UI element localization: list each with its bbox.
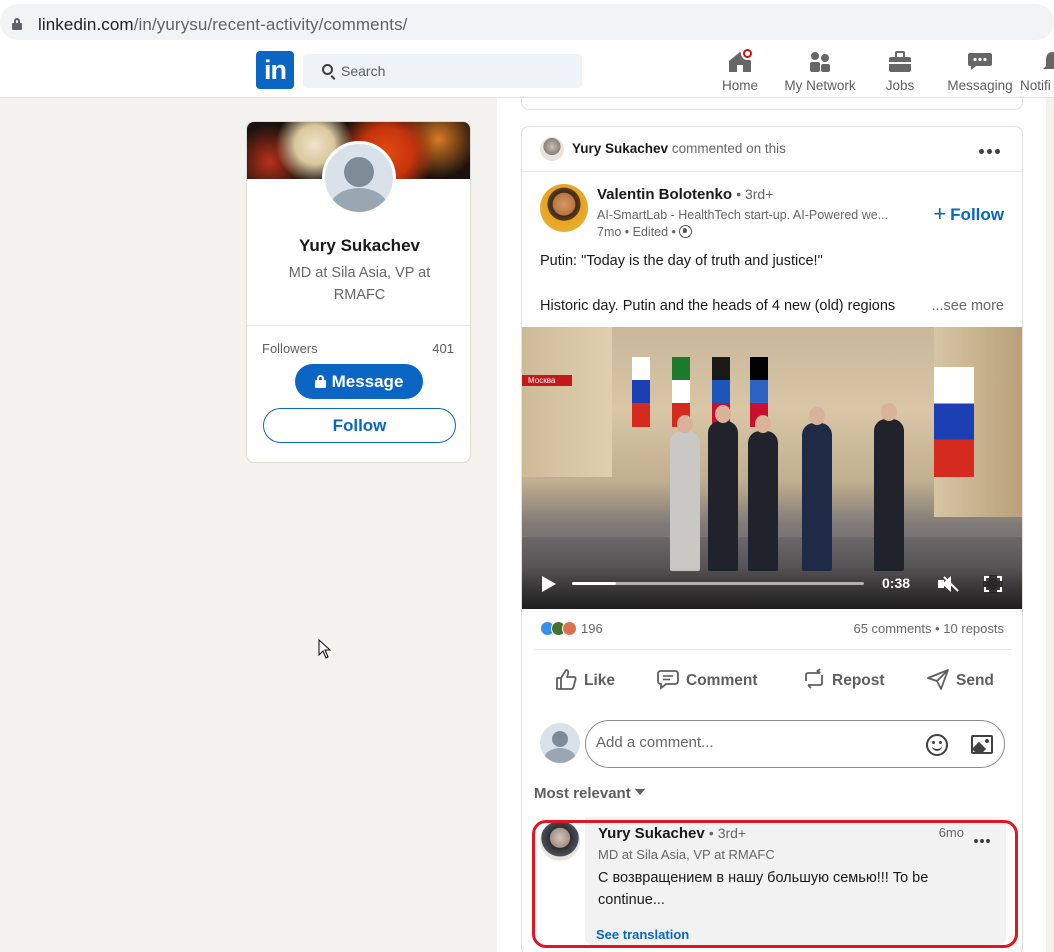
actor-avatar[interactable] <box>540 137 564 161</box>
briefcase-icon <box>880 50 920 74</box>
send-icon <box>927 669 949 690</box>
sort-dropdown[interactable]: Most relevant <box>534 785 645 802</box>
comment-box[interactable] <box>585 720 1005 768</box>
love-reaction-icon <box>562 621 577 636</box>
post-text-line: Historic day. Putin and the heads of 4 n… <box>540 298 896 314</box>
highlight-box <box>532 820 1018 948</box>
top-nav: in Home My Network Jobs Messaging Notifi <box>0 44 1054 98</box>
video-controls: 0:38 <box>522 567 1022 609</box>
nav-item-jobs[interactable]: Jobs <box>880 50 920 96</box>
current-user-avatar <box>540 723 580 763</box>
nav-item-my-network[interactable]: My Network <box>782 50 858 96</box>
nav-label: Notifi <box>1020 78 1051 93</box>
nav-item-notifications[interactable]: Notifi <box>1020 50 1054 96</box>
like-button[interactable]: Like <box>554 663 615 699</box>
search-input[interactable] <box>341 61 561 81</box>
video-frame <box>748 415 778 571</box>
author-name[interactable]: Valentin Bolotenko • 3rd+ <box>597 186 773 203</box>
mute-icon[interactable] <box>938 575 959 593</box>
actor-name: Yury Sukachev <box>572 141 669 156</box>
comment-button[interactable]: Comment <box>656 663 757 699</box>
lock-icon[interactable] <box>12 18 22 30</box>
fullscreen-icon[interactable] <box>983 575 1003 593</box>
video-player[interactable]: Москва 0:38 <box>522 327 1022 609</box>
follow-button[interactable]: Follow <box>263 408 456 443</box>
video-frame <box>670 415 700 571</box>
video-progress-fill <box>572 582 616 585</box>
profile-name[interactable]: Yury Sukachev <box>247 236 470 256</box>
video-frame <box>802 407 832 571</box>
caret-down-icon <box>634 789 645 795</box>
notification-badge <box>741 47 754 60</box>
nav-label: Jobs <box>885 78 915 93</box>
play-icon[interactable] <box>542 576 556 592</box>
author-avatar[interactable] <box>540 184 588 232</box>
connection-degree: • 3rd+ <box>736 186 774 202</box>
browser-address-bar: linkedin.com/in/yurysu/recent-activity/c… <box>0 0 1054 44</box>
home-icon <box>718 47 762 74</box>
linkedin-logo[interactable]: in <box>256 51 294 89</box>
url-text[interactable]: linkedin.com/in/yurysu/recent-activity/c… <box>38 15 408 35</box>
divider <box>534 649 1012 650</box>
video-frame <box>874 403 904 571</box>
globe-icon <box>679 225 693 238</box>
profile-card: Yury Sukachev MD at Sila Asia, VP at RMA… <box>246 121 471 463</box>
comment-input[interactable] <box>596 734 916 751</box>
flag <box>632 357 650 427</box>
previous-post-card <box>521 98 1023 110</box>
profile-title: MD at Sila Asia, VP at RMAFC <box>288 265 431 303</box>
image-icon[interactable] <box>971 735 993 754</box>
post-text-line: Putin: "Today is the day of truth and ju… <box>540 253 823 269</box>
comments-reposts-count[interactable]: 65 comments • 10 reposts <box>853 621 1004 636</box>
search-icon <box>322 64 333 75</box>
send-button[interactable]: Send <box>926 663 994 699</box>
message-button[interactable]: Message <box>295 364 423 399</box>
followers-label: Followers <box>262 341 318 356</box>
followers-count: 401 <box>432 341 454 356</box>
see-more-link[interactable]: ...see more <box>931 298 1004 314</box>
activity-text: Yury Sukachev commented on this <box>572 141 786 156</box>
profile-avatar[interactable] <box>322 141 396 215</box>
like-icon <box>556 669 577 690</box>
nav-item-home[interactable]: Home <box>718 47 762 96</box>
follow-author-button[interactable]: + Follow <box>933 201 1004 227</box>
mouse-cursor-icon <box>318 639 332 659</box>
video-time: 0:38 <box>882 575 911 591</box>
author-headline: AI-SmartLab - HealthTech start-up. AI-Po… <box>597 208 889 222</box>
repost-button[interactable]: Repost <box>802 663 885 699</box>
divider <box>522 171 1022 172</box>
post-actions: Like Comment Repost Send <box>522 663 1022 699</box>
plus-icon: + <box>933 201 947 226</box>
messaging-icon <box>946 50 1014 74</box>
reactions-count: 196 <box>581 621 603 636</box>
nav-label: My Network <box>784 78 856 93</box>
emoji-icon[interactable] <box>926 734 948 756</box>
more-options-icon[interactable] <box>979 141 1003 157</box>
flag <box>934 367 974 477</box>
video-frame <box>708 405 738 571</box>
video-frame <box>522 327 612 477</box>
video-progress-bar[interactable] <box>572 582 864 585</box>
nav-label: Messaging <box>947 78 1013 93</box>
url-field[interactable]: linkedin.com/in/yurysu/recent-activity/c… <box>0 4 1054 40</box>
bell-icon <box>1020 50 1054 74</box>
repost-icon <box>805 668 823 689</box>
nav-item-messaging[interactable]: Messaging <box>946 50 1014 96</box>
search-box[interactable] <box>303 54 582 88</box>
divider <box>247 325 470 326</box>
nav-label: Home <box>721 78 758 93</box>
comment-icon <box>657 670 679 690</box>
post-meta: 7mo • Edited • <box>597 225 693 239</box>
video-location-tag: Москва <box>522 375 572 386</box>
lock-icon <box>314 375 326 388</box>
network-icon <box>782 50 858 74</box>
